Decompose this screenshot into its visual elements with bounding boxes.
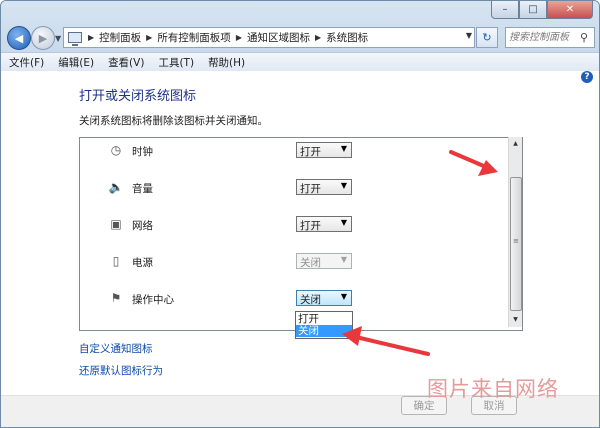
control-panel-icon <box>68 32 82 46</box>
network-behavior-select[interactable]: 打开 ▼ <box>296 216 352 232</box>
select-value: 关闭 <box>300 257 321 269</box>
breadcrumb-control-panel[interactable]: 控制面板 <box>97 30 143 45</box>
select-value: 打开 <box>300 220 321 232</box>
breadcrumb-separator-icon[interactable]: ▶ <box>233 33 245 42</box>
list-item-label: 操作中心 <box>132 294 174 306</box>
list-item-action-center: ⚑ 操作中心 关闭 ▼ <box>80 287 510 311</box>
address-dropdown-icon[interactable]: ▼ <box>466 31 472 40</box>
select-value: 关闭 <box>300 294 321 306</box>
grip-icon: ≡ <box>513 237 519 245</box>
forward-button[interactable]: ▶ <box>31 26 55 50</box>
chevron-down-icon: ▼ <box>340 255 347 264</box>
list-item-label: 时钟 <box>132 146 153 158</box>
action-center-behavior-select[interactable]: 关闭 ▼ <box>296 290 352 306</box>
address-bar[interactable]: ▶ 控制面板 ▶ 所有控制面板项 ▶ 通知区域图标 ▶ 系统图标 ▼ <box>63 27 475 48</box>
action-center-flag-icon: ⚑ <box>110 291 122 305</box>
title-bar: – □ ✕ ◀ ▶ ▼ ▶ 控制面板 ▶ 所有控制面板项 ▶ 通知区域图标 ▶ … <box>1 1 599 72</box>
power-icon: ▯ <box>112 254 120 268</box>
minimize-button[interactable]: – <box>491 1 519 19</box>
scrollbar-thumb[interactable]: ≡ <box>510 177 522 311</box>
chevron-down-icon: ▼ <box>340 181 347 190</box>
breadcrumb-notification-icons[interactable]: 通知区域图标 <box>245 30 312 45</box>
help-icon[interactable]: ? <box>581 71 593 83</box>
chevron-down-icon: ▼ <box>340 292 347 301</box>
menu-file[interactable]: 文件(F) <box>1 55 50 70</box>
option-on[interactable]: 打开 <box>296 313 352 325</box>
list-item-volume: 🔈 音量 打开 ▼ <box>80 176 510 200</box>
list-item-label: 网络 <box>132 220 153 232</box>
list-scrollbar[interactable]: ▲ ≡ ▼ <box>508 137 522 327</box>
breadcrumb-separator-icon[interactable]: ▶ <box>143 33 155 42</box>
volume-behavior-select[interactable]: 打开 ▼ <box>296 179 352 195</box>
menu-view[interactable]: 查看(V) <box>100 55 150 70</box>
list-item-power: ▯ 电源 关闭 ▼ <box>80 250 510 274</box>
menu-help[interactable]: 帮助(H) <box>200 55 251 70</box>
page-title: 打开或关闭系统图标 <box>79 89 197 104</box>
volume-icon: 🔈 <box>108 180 124 194</box>
back-arrow-icon: ◀ <box>14 31 24 45</box>
breadcrumb-separator-icon[interactable]: ▶ <box>312 33 324 42</box>
list-item-network: ▣ 网络 打开 ▼ <box>80 213 510 237</box>
power-behavior-select: 关闭 ▼ <box>296 253 352 269</box>
back-button[interactable]: ◀ <box>7 26 31 50</box>
restore-default-behavior-link[interactable]: 还原默认图标行为 <box>79 363 163 378</box>
forward-arrow-icon: ▶ <box>38 31 48 45</box>
search-icon[interactable]: ⚲ <box>580 31 588 44</box>
page-description: 关闭系统图标将删除该图标并关闭通知。 <box>79 115 268 127</box>
breadcrumb-system-icons[interactable]: 系统图标 <box>324 30 370 45</box>
action-center-dropdown-list: 打开 关闭 <box>295 311 353 339</box>
recent-pages-dropdown-icon[interactable]: ▼ <box>55 34 61 43</box>
customize-notification-icons-link[interactable]: 自定义通知图标 <box>79 341 153 356</box>
clock-behavior-select[interactable]: 打开 ▼ <box>296 142 352 158</box>
option-off[interactable]: 关闭 <box>296 325 352 337</box>
select-value: 打开 <box>300 146 321 158</box>
breadcrumb: 控制面板 ▶ 所有控制面板项 ▶ 通知区域图标 ▶ 系统图标 <box>97 30 370 45</box>
breadcrumb-all-items[interactable]: 所有控制面板项 <box>155 30 233 45</box>
breadcrumb-separator-icon[interactable]: ▶ <box>85 33 97 42</box>
clock-icon: ◷ <box>110 143 122 157</box>
search-input[interactable] <box>506 30 580 45</box>
maximize-button[interactable]: □ <box>519 1 547 19</box>
list-item-label: 电源 <box>132 257 153 269</box>
refresh-icon: ↻ <box>482 31 492 44</box>
search-box[interactable]: ⚲ <box>505 27 595 48</box>
network-icon: ▣ <box>110 217 122 231</box>
control-panel-window: – □ ✕ ◀ ▶ ▼ ▶ 控制面板 ▶ 所有控制面板项 ▶ 通知区域图标 ▶ … <box>0 0 600 428</box>
close-button[interactable]: ✕ <box>547 1 593 19</box>
list-item-clock: ◷ 时钟 打开 ▼ <box>80 139 510 163</box>
chevron-down-icon: ▼ <box>340 218 347 227</box>
select-value: 打开 <box>300 183 321 195</box>
menu-tools[interactable]: 工具(T) <box>150 55 200 70</box>
chevron-down-icon: ▼ <box>340 144 347 153</box>
list-item-label: 音量 <box>132 183 153 195</box>
window-controls: – □ ✕ <box>491 1 593 19</box>
scroll-up-icon[interactable]: ▲ <box>509 137 522 151</box>
menu-edit[interactable]: 编辑(E) <box>50 55 100 70</box>
menu-bar: 文件(F) 编辑(E) 查看(V) 工具(T) 帮助(H) <box>1 52 599 72</box>
scroll-down-icon[interactable]: ▼ <box>509 313 522 327</box>
watermark: 图片来自网络 <box>427 377 559 401</box>
refresh-button[interactable]: ↻ <box>476 27 498 48</box>
system-icons-list: ◷ 时钟 打开 ▼ 🔈 音量 打开 ▼ ▣ 网络 打开 ▼ ▯ 电源 关闭 ▼ … <box>79 137 523 331</box>
